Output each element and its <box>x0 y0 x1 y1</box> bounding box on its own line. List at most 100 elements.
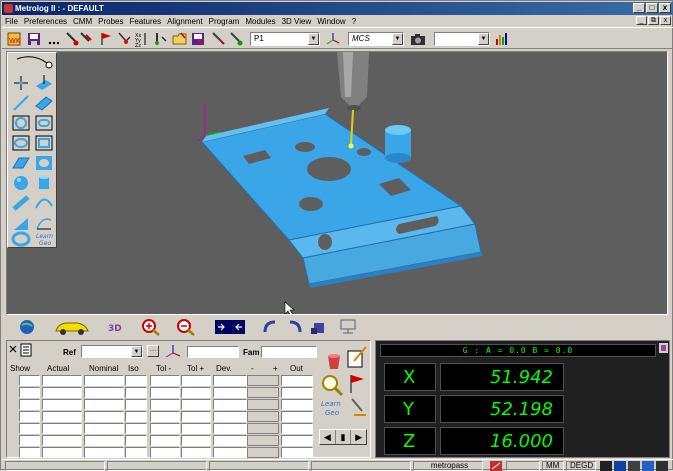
table-cell[interactable] <box>213 447 247 458</box>
car-icon[interactable] <box>54 318 90 336</box>
trash-icon[interactable] <box>323 349 345 371</box>
minimize-button[interactable]: _ <box>633 3 645 13</box>
network-icon[interactable] <box>339 318 357 336</box>
flag-report-icon[interactable] <box>346 373 368 395</box>
sphere-icon[interactable] <box>11 174 31 192</box>
table-cell[interactable] <box>19 411 40 422</box>
cylinder-icon[interactable] <box>34 174 54 192</box>
zoom-in-icon[interactable] <box>141 318 161 336</box>
table-cell[interactable] <box>42 411 82 422</box>
edit-report-icon[interactable] <box>346 345 368 369</box>
menu-features[interactable]: Features <box>130 17 162 26</box>
table-cell[interactable] <box>213 411 247 422</box>
table-cell[interactable] <box>19 435 40 446</box>
table-cell[interactable] <box>181 375 211 386</box>
stop-icon[interactable] <box>228 31 244 47</box>
next-icon[interactable]: ▶ <box>350 430 366 444</box>
table-cell[interactable] <box>19 423 40 434</box>
zoom-out-icon[interactable] <box>176 318 196 336</box>
mdi-close-button[interactable]: x <box>660 16 671 25</box>
table-cell[interactable] <box>19 375 40 386</box>
fit-view-icon[interactable] <box>214 318 246 336</box>
cylinder-hole-icon[interactable] <box>34 154 54 172</box>
table-cell[interactable] <box>247 375 279 386</box>
mdi-restore-button[interactable]: ⧉ <box>648 16 659 25</box>
table-cell[interactable] <box>181 387 211 398</box>
table-cell[interactable] <box>84 375 124 386</box>
open-folder-icon[interactable] <box>172 31 188 47</box>
menu-program[interactable]: Program <box>209 17 240 26</box>
chevron-down-icon[interactable]: ▼ <box>308 33 319 45</box>
pause-icon[interactable]: ▮ <box>334 430 351 444</box>
table-cell[interactable] <box>125 447 147 458</box>
family-field[interactable] <box>261 346 317 358</box>
table-cell[interactable] <box>281 399 313 410</box>
probe-report-icon[interactable] <box>348 397 368 419</box>
table-cell[interactable] <box>213 435 247 446</box>
table-cell[interactable] <box>125 375 147 386</box>
menu-3d-view[interactable]: 3D View <box>282 17 312 26</box>
new-program-icon[interactable]: WK <box>6 31 22 47</box>
3d-viewport[interactable] <box>6 51 668 315</box>
table-cell[interactable] <box>42 435 82 446</box>
table-cell[interactable] <box>42 423 82 434</box>
table-cell[interactable] <box>150 423 180 434</box>
table-cell[interactable] <box>42 387 82 398</box>
coordinate-axes-icon[interactable] <box>325 31 341 47</box>
table-cell[interactable] <box>281 435 313 446</box>
slot-icon[interactable] <box>34 114 54 132</box>
table-cell[interactable] <box>150 411 180 422</box>
plane-icon[interactable] <box>34 94 54 112</box>
circle-icon[interactable] <box>11 114 31 132</box>
program-select[interactable]: P1 ▼ <box>250 32 320 46</box>
table-cell[interactable] <box>247 387 279 398</box>
table-cell[interactable] <box>181 447 211 458</box>
table-cell[interactable] <box>247 411 279 422</box>
table-cell[interactable] <box>281 423 313 434</box>
menu-probes[interactable]: Probes <box>98 17 123 26</box>
menu-alignment[interactable]: Alignment <box>167 17 203 26</box>
maximize-button[interactable]: □ <box>646 3 658 13</box>
table-cell[interactable] <box>19 387 40 398</box>
camera-icon[interactable] <box>410 31 426 47</box>
table-cell[interactable] <box>84 447 124 458</box>
globe-icon[interactable] <box>18 318 36 336</box>
shading-icon[interactable] <box>309 318 327 336</box>
menu-modules[interactable]: Modules <box>245 17 275 26</box>
table-cell[interactable] <box>150 447 180 458</box>
table-cell[interactable] <box>150 375 180 386</box>
cone-icon[interactable] <box>11 194 31 212</box>
more-icon[interactable] <box>46 31 62 47</box>
table-cell[interactable] <box>150 435 180 446</box>
table-cell[interactable] <box>213 387 247 398</box>
plane-patch-icon[interactable] <box>11 154 31 172</box>
title-bar[interactable]: Metrolog II : - DEFAULT _ □ x <box>2 2 673 15</box>
edit-probe-icon[interactable] <box>78 31 94 47</box>
save-icon[interactable] <box>26 31 42 47</box>
table-cell[interactable] <box>42 399 82 410</box>
table-cell[interactable] <box>125 435 147 446</box>
learn-mode-icon[interactable]: LearnGeo <box>34 230 54 248</box>
rotate-left-icon[interactable] <box>261 318 279 336</box>
rectangle-icon[interactable] <box>34 134 54 152</box>
table-cell[interactable] <box>19 447 40 458</box>
table-cell[interactable] <box>19 399 40 410</box>
table-cell[interactable] <box>281 447 313 458</box>
menu-file[interactable]: File <box>5 17 18 26</box>
table-cell[interactable] <box>213 423 247 434</box>
line-icon[interactable] <box>11 94 31 112</box>
table-cell[interactable] <box>125 411 147 422</box>
probe-calibrate-icon[interactable] <box>152 31 168 47</box>
menu-preferences[interactable]: Preferences <box>24 17 67 26</box>
table-cell[interactable] <box>281 411 313 422</box>
table-cell[interactable] <box>181 423 211 434</box>
table-cell[interactable] <box>247 399 279 410</box>
menu-help[interactable]: ? <box>352 17 356 26</box>
table-cell[interactable] <box>247 447 279 458</box>
report-icon[interactable] <box>20 343 33 357</box>
table-cell[interactable] <box>213 375 247 386</box>
table-cell[interactable] <box>181 435 211 446</box>
chevron-down-icon[interactable]: ▼ <box>392 33 403 45</box>
mdi-minimize-button[interactable]: _ <box>636 16 647 25</box>
table-cell[interactable] <box>247 423 279 434</box>
